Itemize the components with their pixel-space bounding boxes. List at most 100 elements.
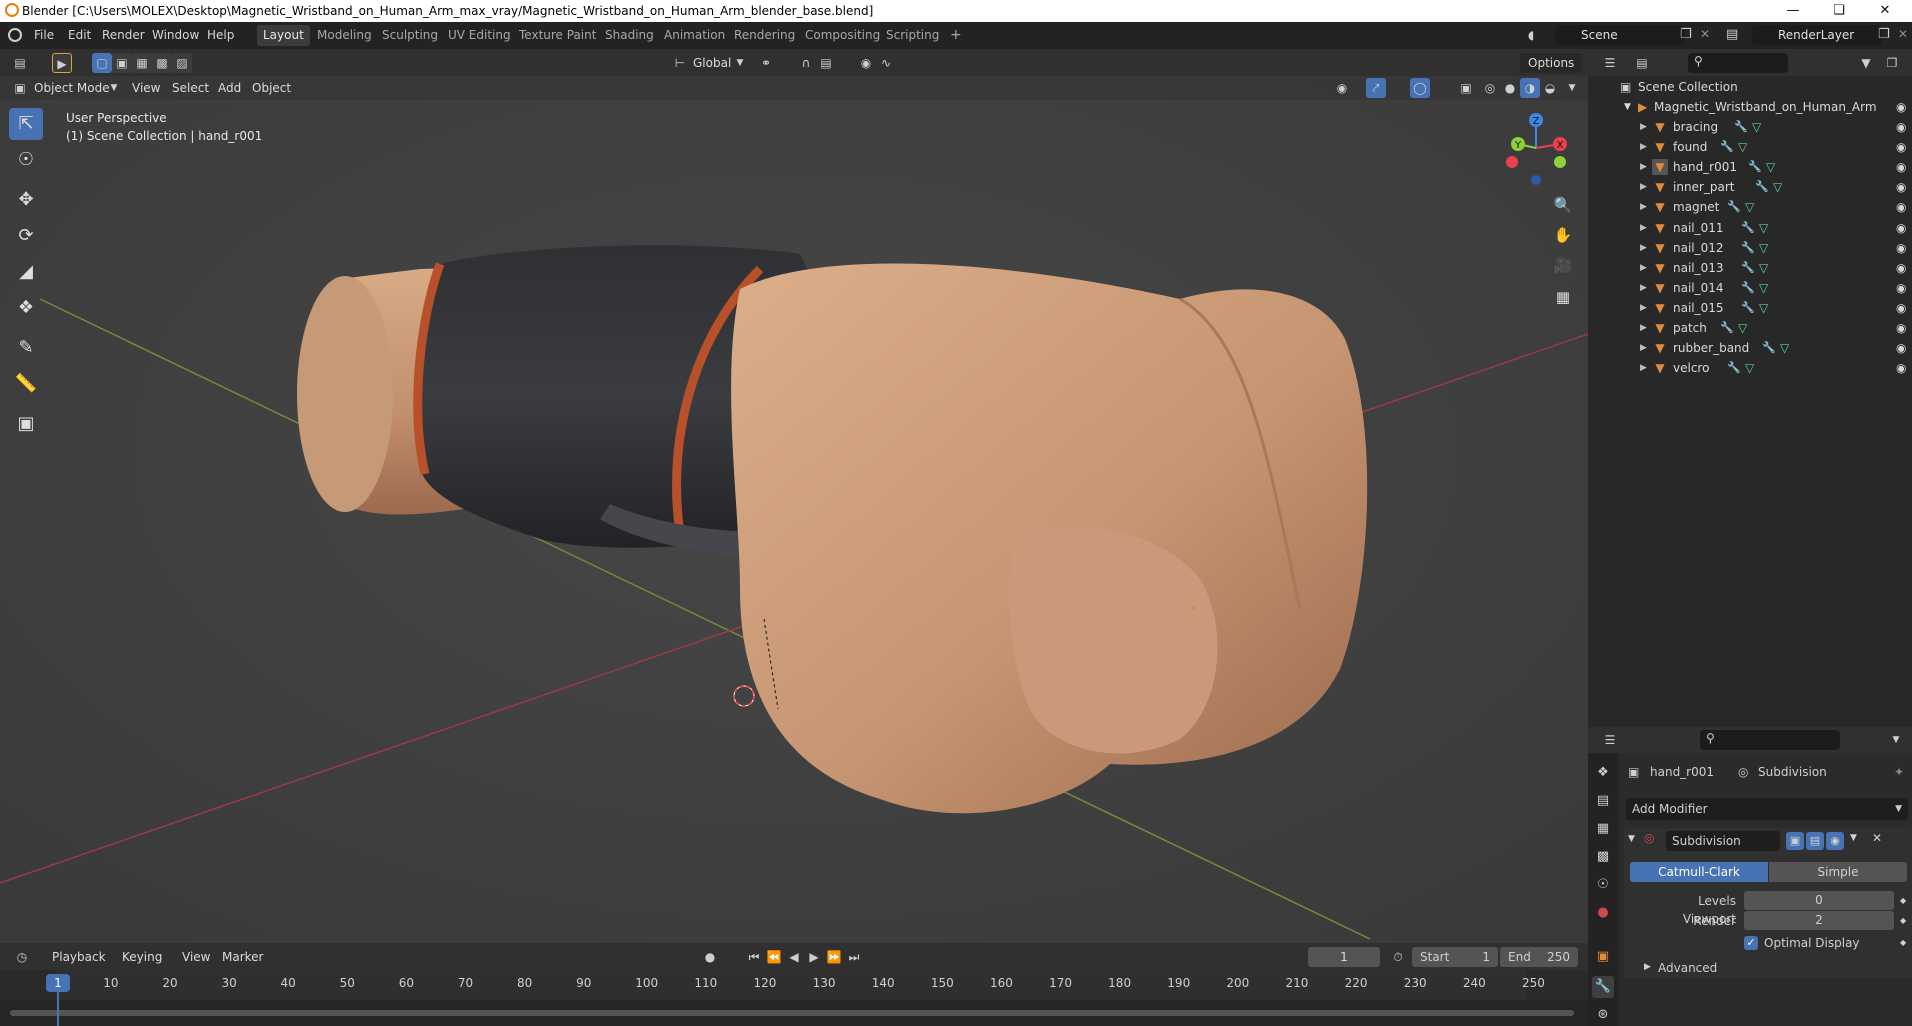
simple-button[interactable]: Simple xyxy=(1769,862,1907,882)
mesh-data-icon[interactable]: ▽ xyxy=(1745,197,1754,217)
eye-icon[interactable]: ◉ xyxy=(1896,338,1906,358)
tab-modeling[interactable]: Modeling xyxy=(311,25,378,46)
tab-sculpting[interactable]: Sculpting xyxy=(376,25,444,46)
mesh-data-icon[interactable]: ▽ xyxy=(1780,338,1789,358)
end-frame-field[interactable]: End 250 xyxy=(1500,947,1578,967)
scene-name-field[interactable]: Scene xyxy=(1555,25,1685,45)
eye-icon[interactable]: ◉ xyxy=(1896,197,1906,217)
scene-tab-icon[interactable]: ☉ xyxy=(1592,874,1614,896)
measure-tool[interactable]: 📏 xyxy=(9,368,43,400)
object-tab-icon[interactable]: ▣ xyxy=(1592,946,1614,968)
object-mode-dropdown[interactable]: Object Mode xyxy=(34,78,110,98)
modifier-wrench-icon[interactable]: 🔧 xyxy=(1741,258,1755,278)
eye-icon[interactable]: ◉ xyxy=(1896,117,1906,137)
add-modifier-dropdown[interactable]: Add Modifier ▼ xyxy=(1626,798,1908,820)
eye-icon[interactable]: ◉ xyxy=(1896,157,1906,177)
outliner-row-bracing[interactable]: ▶ ▼ bracing 🔧 ▽ ◉ xyxy=(1588,117,1912,137)
expand-arrow-icon[interactable]: ▶ xyxy=(1640,238,1647,258)
add-cube-tool[interactable]: ▣ xyxy=(9,408,43,440)
tab-rendering[interactable]: Rendering xyxy=(728,25,801,46)
blender-menu-icon[interactable] xyxy=(8,28,22,42)
collection-row[interactable]: ▼ ▶ Magnetic_Wristband_on_Human_Arm ◉ xyxy=(1588,97,1912,117)
ortho-grid-icon[interactable]: ▦ xyxy=(1550,284,1576,310)
gizmo-toggle-icon[interactable]: ⤤ xyxy=(1366,78,1386,98)
cursor-tool[interactable]: ☉ xyxy=(9,144,43,176)
outliner-row-nail-013[interactable]: ▶ ▼ nail_013 🔧 ▽ ◉ xyxy=(1588,258,1912,278)
delete-scene-icon[interactable]: ✕ xyxy=(1700,27,1710,41)
modifier-wrench-icon[interactable]: 🔧 xyxy=(1741,218,1755,238)
snap-target-icon[interactable]: ▤ xyxy=(816,53,836,73)
render-toggle-icon[interactable]: ◉ xyxy=(1826,832,1844,850)
tool-tab-icon[interactable]: ❖ xyxy=(1592,762,1614,784)
menu-edit[interactable]: Edit xyxy=(64,26,95,45)
zoom-icon[interactable]: 🔍 xyxy=(1550,192,1576,218)
add-workspace-button[interactable]: + xyxy=(944,25,968,46)
modifier-collapse-icon[interactable]: ▼ xyxy=(1628,834,1635,844)
mesh-data-icon[interactable]: ▽ xyxy=(1752,117,1761,137)
transform-orientation-icon[interactable]: ⊢ xyxy=(670,53,690,73)
mesh-data-icon[interactable]: ▽ xyxy=(1759,258,1768,278)
outliner-row-nail-012[interactable]: ▶ ▼ nail_012 🔧 ▽ ◉ xyxy=(1588,238,1912,258)
catmull-clark-button[interactable]: Catmull-Clark xyxy=(1630,862,1768,882)
transform-tool[interactable]: ❖ xyxy=(9,292,43,324)
scene-collection-row[interactable]: ▣ Scene Collection xyxy=(1588,77,1912,97)
mesh-data-icon[interactable]: ▽ xyxy=(1738,318,1747,338)
expand-arrow-icon[interactable]: ▶ xyxy=(1640,177,1647,197)
output-tab-icon[interactable]: ▦ xyxy=(1592,818,1614,840)
visibility-icon[interactable]: ◉ xyxy=(1332,78,1352,98)
expand-arrow-icon[interactable]: ▶ xyxy=(1640,338,1647,358)
eye-icon[interactable]: ◉ xyxy=(1896,218,1906,238)
playhead[interactable]: 1 xyxy=(46,974,70,992)
tab-texture-paint[interactable]: Texture Paint xyxy=(513,25,602,46)
falloff-icon[interactable]: ∿ xyxy=(876,53,896,73)
modifier-menu-chevron-icon[interactable]: ▼ xyxy=(1850,833,1857,843)
eye-icon[interactable]: ◉ xyxy=(1896,137,1906,157)
menu-file[interactable]: File xyxy=(30,26,58,45)
timer-icon[interactable]: ⏱ xyxy=(1388,947,1408,967)
menu-render[interactable]: Render xyxy=(98,26,149,45)
eye-icon[interactable]: ◉ xyxy=(1896,318,1906,338)
timeline-menu-view[interactable]: View xyxy=(182,947,210,967)
play-reverse-icon[interactable]: ◀ xyxy=(784,947,804,967)
levels-viewport-keyframe-icon[interactable]: ◆ xyxy=(1900,891,1906,910)
select-new-icon[interactable]: ▢ xyxy=(92,53,112,73)
eye-icon[interactable]: ◉ xyxy=(1896,97,1906,117)
eye-icon[interactable]: ◉ xyxy=(1896,358,1906,378)
modifier-wrench-icon[interactable]: 🔧 xyxy=(1720,318,1734,338)
scene-icon[interactable]: ◖ xyxy=(1528,28,1548,42)
viewport-3d[interactable] xyxy=(0,49,1588,943)
jump-end-icon[interactable]: ⏭ xyxy=(844,947,864,967)
navigation-gizmo[interactable]: Z X Y xyxy=(1500,108,1572,188)
outliner-row-patch[interactable]: ▶ ▼ patch 🔧 ▽ ◉ xyxy=(1588,318,1912,338)
wireframe-shading-icon[interactable]: ◎ xyxy=(1480,78,1500,98)
select-subtract-icon[interactable]: ▦ xyxy=(132,53,152,73)
modifier-wrench-icon[interactable]: 🔧 xyxy=(1741,298,1755,318)
levels-viewport-field[interactable]: 0 xyxy=(1744,891,1894,910)
render-layer-field[interactable]: RenderLayer xyxy=(1752,25,1882,45)
mesh-data-icon[interactable]: ▽ xyxy=(1738,137,1747,157)
viewport-menu-select[interactable]: Select xyxy=(172,78,209,98)
overlay-toggle-icon[interactable]: ◯ xyxy=(1410,78,1430,98)
modifier-wrench-icon[interactable]: 🔧 xyxy=(1762,338,1776,358)
maximize-button[interactable]: ❏ xyxy=(1816,0,1862,22)
outliner-row-rubber-band[interactable]: ▶ ▼ rubber_band 🔧 ▽ ◉ xyxy=(1588,338,1912,358)
render-layer-icon[interactable]: ▤ xyxy=(1726,27,1738,42)
rendered-shading-icon[interactable]: ◒ xyxy=(1540,78,1560,98)
modifier-name-field[interactable]: Subdivision xyxy=(1666,831,1780,851)
expand-arrow-icon[interactable]: ▶ xyxy=(1640,278,1647,298)
render-tab-icon[interactable]: ▤ xyxy=(1592,790,1614,812)
outliner-row-magnet[interactable]: ▶ ▼ magnet 🔧 ▽ ◉ xyxy=(1588,197,1912,217)
optimal-display-checkbox[interactable]: ✓ xyxy=(1744,936,1758,950)
mesh-data-icon[interactable]: ▽ xyxy=(1766,157,1775,177)
display-mode-icon[interactable]: ▤ xyxy=(1632,53,1652,73)
new-render-layer-icon[interactable]: ❐ xyxy=(1878,27,1890,42)
tab-uv-editing[interactable]: UV Editing xyxy=(442,25,517,46)
modifier-wrench-icon[interactable]: 🔧 xyxy=(1748,157,1762,177)
modifier-wrench-icon[interactable]: 🔧 xyxy=(1727,358,1741,378)
move-tool[interactable]: ✥ xyxy=(9,184,43,216)
select-box-tool[interactable]: ⇱ xyxy=(9,108,43,140)
tab-scripting[interactable]: Scripting xyxy=(880,25,945,46)
modifier-wrench-icon[interactable]: 🔧 xyxy=(1741,278,1755,298)
tab-layout[interactable]: Layout xyxy=(257,25,310,46)
properties-editor-type-icon[interactable]: ☰ xyxy=(1600,730,1620,750)
